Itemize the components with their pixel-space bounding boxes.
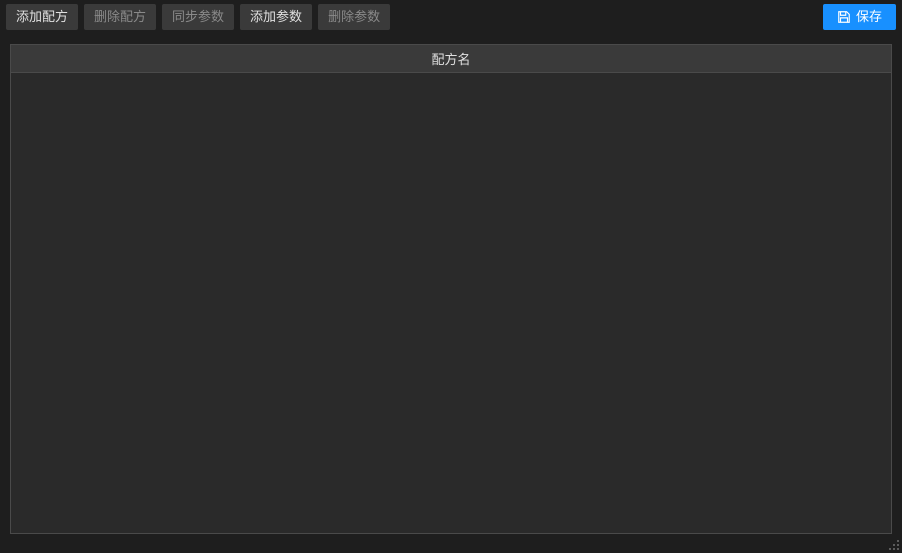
resize-grip-icon[interactable] xyxy=(888,539,900,551)
add-recipe-button[interactable]: 添加配方 xyxy=(6,4,78,30)
content-area: 配方名 xyxy=(10,44,892,534)
delete-param-button[interactable]: 删除参数 xyxy=(318,4,390,30)
delete-recipe-button[interactable]: 删除配方 xyxy=(84,4,156,30)
save-icon xyxy=(837,10,851,24)
add-param-button[interactable]: 添加参数 xyxy=(240,4,312,30)
toolbar: 添加配方 删除配方 同步参数 添加参数 删除参数 保存 xyxy=(0,0,902,34)
sync-params-button[interactable]: 同步参数 xyxy=(162,4,234,30)
table-body[interactable] xyxy=(10,72,892,534)
save-button[interactable]: 保存 xyxy=(823,4,896,30)
table-header: 配方名 xyxy=(10,44,892,72)
save-button-label: 保存 xyxy=(856,9,882,25)
